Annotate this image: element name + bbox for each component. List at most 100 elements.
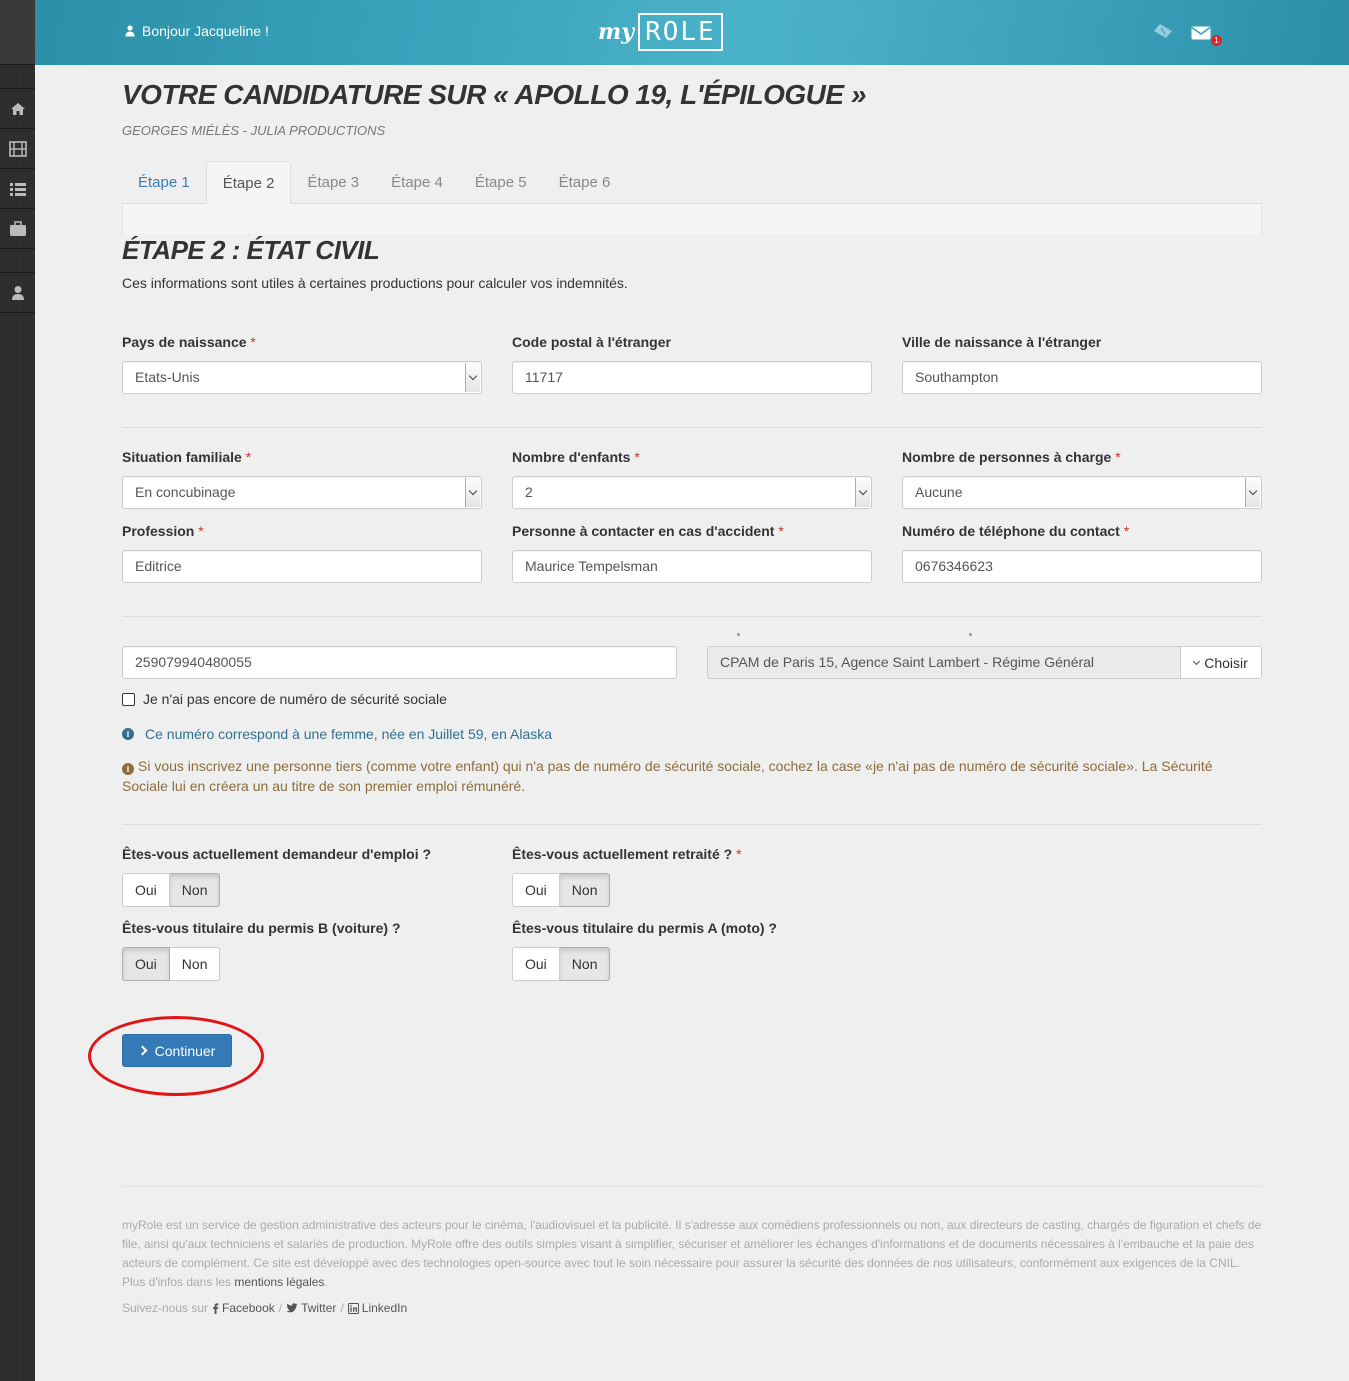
- divider: [122, 427, 1262, 428]
- twitter-icon: [286, 1303, 298, 1313]
- enfants-field: Nombre d'enfants * 2: [512, 449, 872, 509]
- logo-my: my: [598, 19, 635, 45]
- footer-text: myRole est un service de gestion adminis…: [122, 1218, 1262, 1289]
- chevron-down-icon: [1245, 478, 1260, 507]
- tab-etape-1[interactable]: Étape 1: [122, 161, 206, 204]
- step-description: Ces informations sont utiles à certaines…: [122, 275, 628, 291]
- divider: [122, 616, 1262, 617]
- header-icons: 1: [1153, 23, 1222, 46]
- tab-etape-3[interactable]: Étape 3: [291, 161, 375, 204]
- highlight-annotation: [88, 1016, 264, 1096]
- profession-input[interactable]: Editrice: [122, 550, 482, 583]
- left-sidebar: [0, 0, 35, 1381]
- pays-field: Pays de naissance * Etats-Unis: [122, 334, 482, 394]
- info-message: i Ce numéro correspond à une femme, née …: [122, 726, 552, 742]
- pays-label: Pays de naissance *: [122, 334, 256, 350]
- warning-message: i Si vous inscrivez une personne tiers (c…: [122, 756, 1262, 796]
- telephone-label: Numéro de téléphone du contact *: [902, 523, 1130, 539]
- step-tabs: Étape 1 Étape 2 Étape 3 Étape 4 Étape 5 …: [122, 161, 1262, 204]
- label-fragment: [737, 633, 740, 636]
- no-number-checkbox[interactable]: [122, 692, 135, 706]
- mail-icon[interactable]: 1: [1191, 26, 1222, 46]
- facebook-link[interactable]: Facebook: [212, 1301, 275, 1315]
- legal-link[interactable]: mentions légales: [234, 1275, 324, 1289]
- tab-etape-2[interactable]: Étape 2: [205, 161, 292, 204]
- choisir-label: Choisir: [1204, 654, 1248, 671]
- permis-a-question: Êtes-vous titulaire du permis A (moto) ?…: [512, 920, 872, 981]
- telephone-field: Numéro de téléphone du contact * 0676346…: [902, 523, 1262, 583]
- retraite-question: Êtes-vous actuellement retraité ? * Oui …: [512, 846, 872, 907]
- page-title: VOTRE CANDIDATURE SUR « APOLLO 19, L'ÉPI…: [122, 79, 866, 110]
- sidebar-spacer: [0, 65, 35, 89]
- permis-a-oui-button[interactable]: Oui: [512, 947, 560, 981]
- logo-role: ROLE: [638, 13, 723, 51]
- briefcase-icon[interactable]: [0, 209, 35, 249]
- myrole-logo[interactable]: my ROLE: [598, 13, 723, 51]
- retraite-non-button[interactable]: Non: [559, 873, 611, 907]
- securite-sociale-input[interactable]: 259079940480055: [122, 646, 677, 679]
- page-subtitle: GEORGES MIÉLÈS - JULIA PRODUCTIONS: [122, 123, 386, 138]
- personnes-select[interactable]: Aucune: [902, 476, 1262, 509]
- step-title: ÉTAPE 2 : ÉTAT CIVIL: [122, 235, 380, 265]
- caisse-input[interactable]: CPAM de Paris 15, Agence Saint Lambert -…: [707, 646, 1180, 679]
- contact-input[interactable]: Maurice Tempelsman: [512, 550, 872, 583]
- personnes-label: Nombre de personnes à charge *: [902, 449, 1121, 465]
- tab-etape-5[interactable]: Étape 5: [459, 161, 543, 204]
- separator: /: [340, 1301, 344, 1315]
- warning-text: Si vous inscrivez une personne tiers (co…: [122, 758, 1213, 794]
- pays-select[interactable]: Etats-Unis: [122, 361, 482, 394]
- chevron-down-icon: [465, 363, 480, 392]
- permis-b-label: Êtes-vous titulaire du permis B (voiture…: [122, 920, 401, 936]
- situation-select[interactable]: En concubinage: [122, 476, 482, 509]
- ville-label: Ville de naissance à l'étranger: [902, 334, 1102, 350]
- caisse-field: CPAM de Paris 15, Agence Saint Lambert -…: [707, 646, 1262, 679]
- situation-field: Situation familiale * En concubinage: [122, 449, 482, 509]
- chevron-down-icon: [855, 478, 870, 507]
- retraite-oui-button[interactable]: Oui: [512, 873, 560, 907]
- demandeur-non-button[interactable]: Non: [169, 873, 221, 907]
- no-number-label[interactable]: Je n'ai pas encore de numéro de sécurité…: [143, 691, 447, 707]
- chevron-down-icon: [1193, 657, 1201, 665]
- telephone-input[interactable]: 0676346623: [902, 550, 1262, 583]
- permis-b-non-button[interactable]: Non: [169, 947, 221, 981]
- permis-a-non-button[interactable]: Non: [559, 947, 611, 981]
- situation-label: Situation familiale *: [122, 449, 252, 465]
- ticket-icon[interactable]: [1153, 23, 1173, 44]
- ville-field: Ville de naissance à l'étranger Southamp…: [902, 334, 1262, 394]
- retraite-label: Êtes-vous actuellement retraité ? *: [512, 846, 742, 862]
- code-postal-field: Code postal à l'étranger 11717: [512, 334, 872, 394]
- demandeur-label: Êtes-vous actuellement demandeur d'emplo…: [122, 846, 432, 862]
- tab-etape-6[interactable]: Étape 6: [543, 161, 627, 204]
- demandeur-oui-button[interactable]: Oui: [122, 873, 170, 907]
- code-postal-input[interactable]: 11717: [512, 361, 872, 394]
- film-icon[interactable]: [0, 129, 35, 169]
- user-icon[interactable]: [0, 273, 35, 313]
- sidebar-spacer: [0, 249, 35, 273]
- top-header: Bonjour Jacqueline ! my ROLE 1: [35, 0, 1349, 65]
- user-greeting[interactable]: Bonjour Jacqueline !: [125, 23, 269, 39]
- sidebar-top: [0, 0, 35, 65]
- info-icon: i: [122, 728, 134, 740]
- chevron-down-icon: [465, 478, 480, 507]
- personnes-field: Nombre de personnes à charge * Aucune: [902, 449, 1262, 509]
- contact-label: Personne à contacter en cas d'accident *: [512, 523, 784, 539]
- ville-input[interactable]: Southampton: [902, 361, 1262, 394]
- demandeur-question: Êtes-vous actuellement demandeur d'emplo…: [122, 846, 482, 907]
- tab-etape-4[interactable]: Étape 4: [375, 161, 459, 204]
- home-icon[interactable]: [0, 89, 35, 129]
- permis-b-oui-button[interactable]: Oui: [122, 947, 170, 981]
- enfants-select[interactable]: 2: [512, 476, 872, 509]
- list-icon[interactable]: [0, 169, 35, 209]
- twitter-link[interactable]: Twitter: [286, 1301, 336, 1315]
- linkedin-link[interactable]: LinkedIn: [347, 1301, 407, 1315]
- tab-panel-header: [122, 204, 1262, 234]
- choisir-button[interactable]: Choisir: [1180, 646, 1262, 679]
- user-icon: [125, 25, 135, 37]
- divider: [122, 824, 1262, 825]
- permis-a-toggle: Oui Non: [512, 947, 611, 981]
- footer: myRole est un service de gestion adminis…: [122, 1186, 1262, 1315]
- label-fragment: [969, 633, 972, 636]
- permis-a-label: Êtes-vous titulaire du permis A (moto) ?: [512, 920, 777, 936]
- info-icon: i: [122, 763, 134, 775]
- no-number-row: Je n'ai pas encore de numéro de sécurité…: [122, 691, 447, 707]
